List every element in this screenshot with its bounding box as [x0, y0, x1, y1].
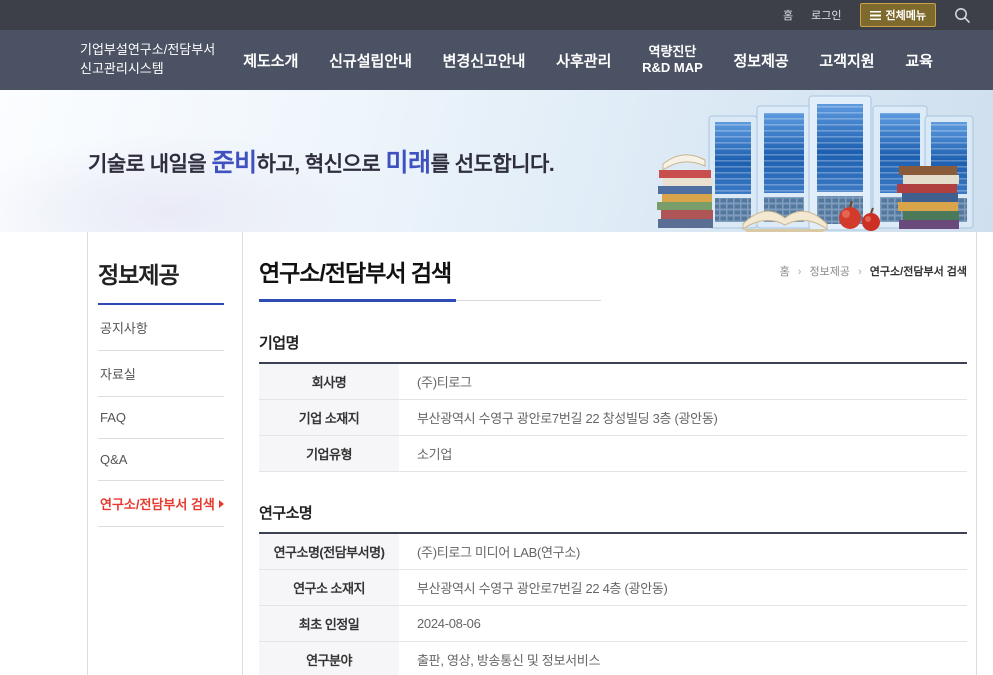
breadcrumb-separator: › [798, 266, 802, 278]
sidebar-item-notice[interactable]: 공지사항 [98, 305, 224, 351]
row-value: 소기업 [399, 436, 967, 472]
rnd-map-line1: 역량진단 [642, 44, 703, 60]
row-label: 연구소명(전담부서명) [259, 533, 399, 570]
company-info-table: 회사명 (주)티로그 기업 소재지 부산광역시 수영구 광안로7번길 22 창성… [259, 362, 967, 472]
login-link[interactable]: 로그인 [811, 7, 841, 23]
arrow-right-icon [219, 500, 224, 508]
row-label: 기업유형 [259, 436, 399, 472]
content-frame: 정보제공 공지사항 자료실 FAQ Q&A 연구소/전담부서 검색 연구소/전담… [87, 232, 977, 675]
row-label: 기업 소재지 [259, 400, 399, 436]
sidebar-item-qna[interactable]: Q&A [98, 439, 224, 481]
nav-item-system-intro[interactable]: 제도소개 [243, 50, 298, 71]
all-menu-label: 전체메뉴 [886, 7, 926, 23]
row-value: 2024-08-06 [399, 606, 967, 642]
sidebar: 정보제공 공지사항 자료실 FAQ Q&A 연구소/전담부서 검색 [88, 232, 243, 675]
book-stack-icon [897, 166, 959, 229]
breadcrumb-home[interactable]: 홈 [780, 266, 790, 278]
home-link[interactable]: 홈 [783, 7, 793, 23]
page-title: 연구소/전담부서 검색 [259, 254, 451, 288]
nav-item-information[interactable]: 정보제공 [733, 50, 788, 71]
all-menu-button[interactable]: 전체메뉴 [860, 3, 936, 27]
page-header: 연구소/전담부서 검색 홈 › 정보제공 › 연구소/전담부서 검색 [259, 254, 967, 302]
main-nav: 기업부설연구소/전담부서 신고관리시스템 제도소개 신규설립안내 변경신고안내 … [0, 30, 993, 90]
server-rack-icon [757, 106, 811, 228]
book-stack-icon [657, 155, 713, 228]
logo-line1: 기업부설연구소/전담부서 [80, 42, 215, 57]
title-underline [259, 299, 456, 302]
nav-item-change-report[interactable]: 변경신고안내 [443, 50, 526, 71]
lab-info-table: 연구소명(전담부서명) (주)티로그 미디어 LAB(연구소) 연구소 소재지 … [259, 532, 967, 675]
row-value: (주)티로그 [399, 363, 967, 400]
server-rack-icon [809, 96, 871, 230]
table-row: 최초 인정일 2024-08-06 [259, 606, 967, 642]
rnd-map-line2: R&D MAP [642, 60, 703, 76]
sidebar-item-lab-search[interactable]: 연구소/전담부서 검색 [98, 481, 224, 527]
table-row: 기업유형 소기업 [259, 436, 967, 472]
nav-item-rnd-map[interactable]: 역량진단 R&D MAP [642, 44, 703, 77]
hero-text-mid: 하고, 혁신으로 [257, 153, 386, 176]
sidebar-title: 정보제공 [98, 256, 224, 305]
table-row: 연구소명(전담부서명) (주)티로그 미디어 LAB(연구소) [259, 533, 967, 570]
hero-accent-2: 미래 [386, 149, 431, 177]
breadcrumb: 홈 › 정보제공 › 연구소/전담부서 검색 [780, 263, 967, 279]
search-icon [954, 7, 971, 24]
table-row: 연구소 소재지 부산광역시 수영구 광안로7번길 22 4층 (광안동) [259, 570, 967, 606]
hamburger-icon [870, 11, 881, 20]
hero-banner: 기술로 내일을 준비하고, 혁신으로 미래를 선도합니다. [0, 90, 993, 232]
logo-line2: 신고관리시스템 [80, 61, 164, 76]
nav-item-new-establish[interactable]: 신규설립안내 [329, 50, 412, 71]
nav-item-customer-support[interactable]: 고객지원 [819, 50, 874, 71]
row-label: 최초 인정일 [259, 606, 399, 642]
table-row: 연구분야 출판, 영상, 방송통신 및 정보서비스 [259, 642, 967, 675]
row-value: 출판, 영상, 방송통신 및 정보서비스 [399, 642, 967, 675]
row-value: (주)티로그 미디어 LAB(연구소) [399, 533, 967, 570]
sidebar-item-faq[interactable]: FAQ [98, 397, 224, 439]
top-utility-bar: 홈 로그인 전체메뉴 [0, 0, 993, 30]
row-label: 회사명 [259, 363, 399, 400]
hero-text-prefix: 기술로 내일을 [88, 153, 212, 176]
hero-illustration [657, 90, 993, 232]
breadcrumb-current: 연구소/전담부서 검색 [870, 266, 967, 278]
row-value: 부산광역시 수영구 광안로7번길 22 창성빌딩 3층 (광안동) [399, 400, 967, 436]
table-row: 회사명 (주)티로그 [259, 363, 967, 400]
table-row: 기업 소재지 부산광역시 수영구 광안로7번길 22 창성빌딩 3층 (광안동) [259, 400, 967, 436]
hero-text-suffix: 를 선도합니다. [431, 153, 555, 176]
nav-item-education[interactable]: 교육 [905, 50, 933, 71]
nav-item-post-management[interactable]: 사후관리 [556, 50, 611, 71]
nav-menu: 제도소개 신규설립안내 변경신고안내 사후관리 역량진단 R&D MAP 정보제… [243, 44, 933, 77]
site-logo[interactable]: 기업부설연구소/전담부서 신고관리시스템 [80, 41, 215, 79]
section-title-lab: 연구소명 [259, 502, 967, 523]
server-rack-icon [709, 116, 757, 228]
breadcrumb-separator: › [858, 266, 862, 278]
hero-accent-1: 준비 [212, 149, 257, 177]
hero-slogan: 기술로 내일을 준비하고, 혁신으로 미래를 선도합니다. [88, 143, 554, 179]
main-pane: 연구소/전담부서 검색 홈 › 정보제공 › 연구소/전담부서 검색 기업명 회… [243, 232, 976, 675]
row-label: 연구소 소재지 [259, 570, 399, 606]
row-label: 연구분야 [259, 642, 399, 675]
search-button[interactable] [954, 7, 971, 24]
title-underline-extension [456, 300, 601, 301]
row-value: 부산광역시 수영구 광안로7번길 22 4층 (광안동) [399, 570, 967, 606]
breadcrumb-information[interactable]: 정보제공 [810, 266, 850, 278]
sidebar-item-archive[interactable]: 자료실 [98, 351, 224, 397]
sidebar-item-lab-search-label: 연구소/전담부서 검색 [100, 497, 215, 512]
section-title-company: 기업명 [259, 332, 967, 353]
